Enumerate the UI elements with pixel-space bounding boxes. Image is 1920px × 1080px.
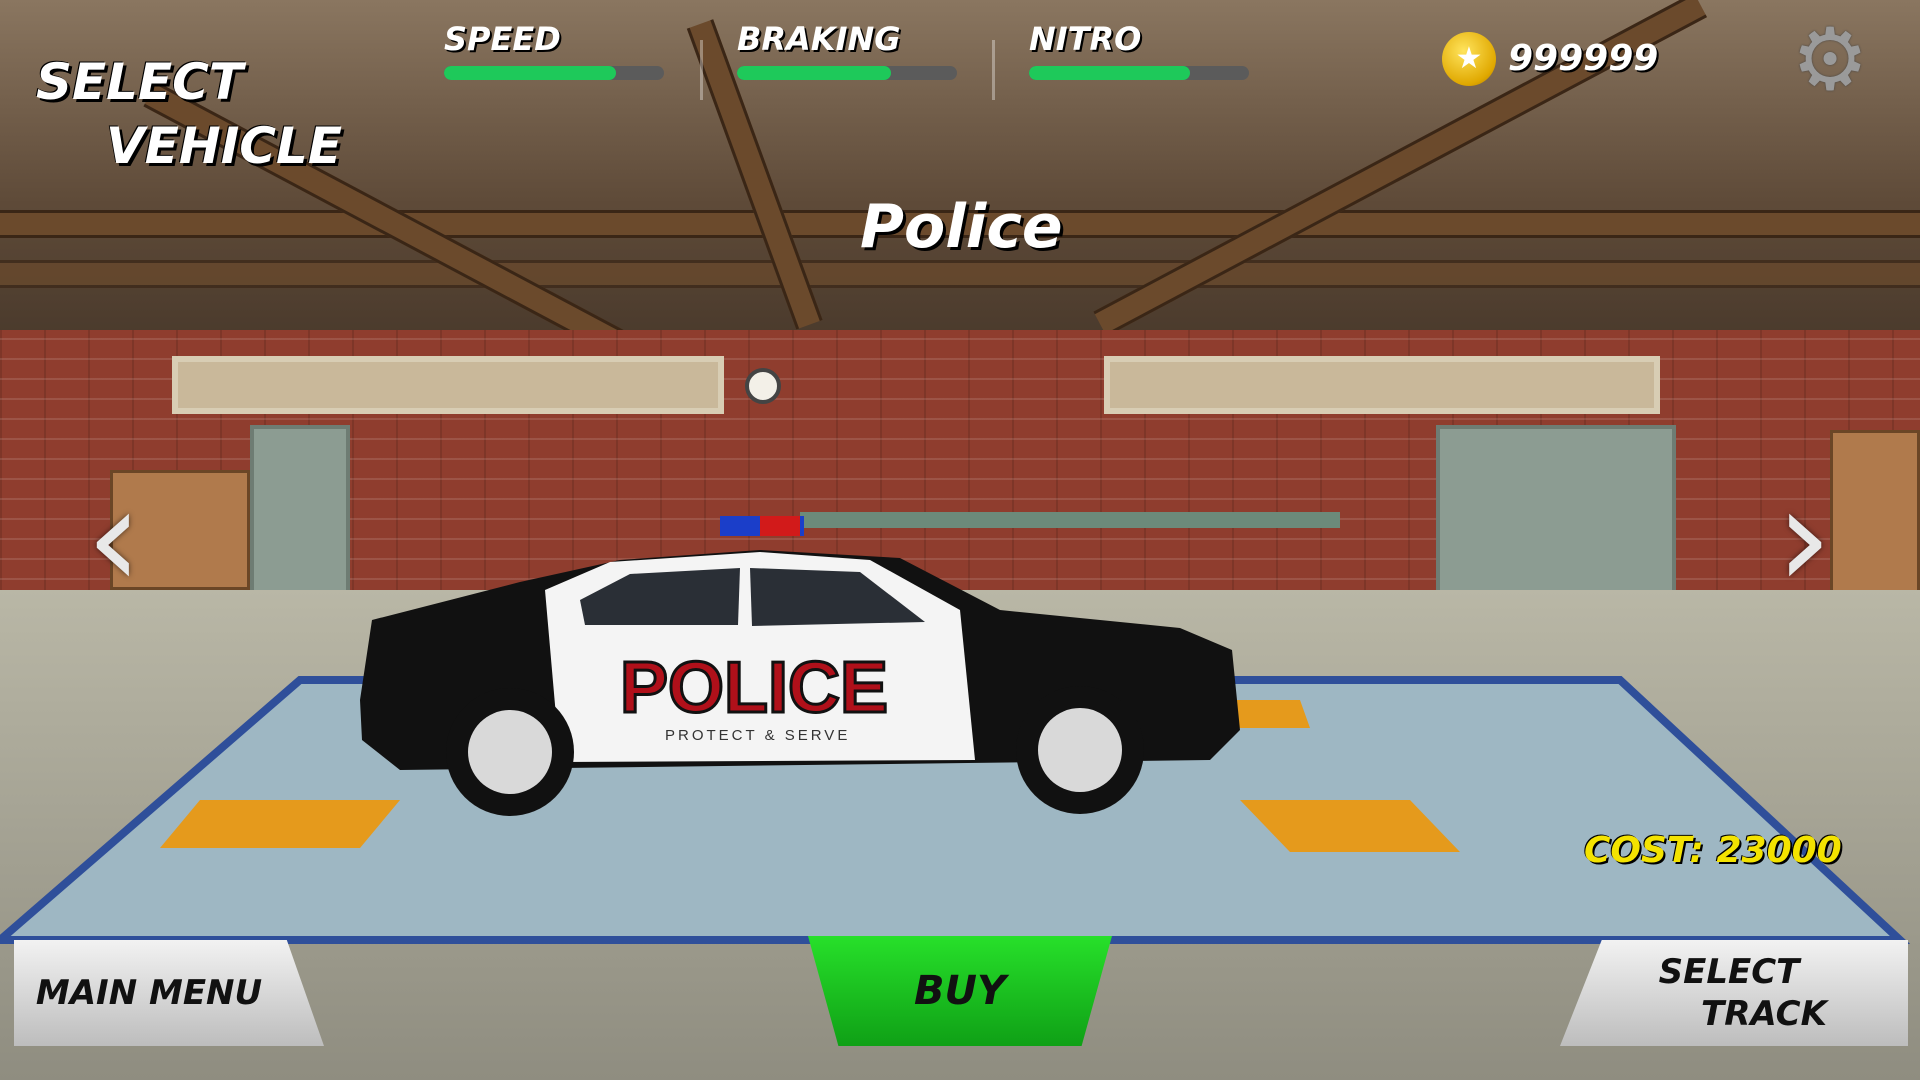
stat-braking: BRAKING <box>737 20 962 80</box>
livery-text: POLICE <box>620 648 888 728</box>
stat-divider <box>992 40 995 100</box>
stat-bar-fill <box>737 66 891 80</box>
vehicle-name: Police <box>860 192 1063 262</box>
main-menu-button[interactable]: MAIN MENU <box>14 940 324 1046</box>
stat-bar-fill <box>1029 66 1190 80</box>
stat-bar <box>737 66 957 80</box>
stat-label: BRAKING <box>737 20 901 58</box>
title-line-1: SELECT <box>36 53 243 111</box>
stat-bar-fill <box>444 66 616 80</box>
title-line-2: VEHICLE <box>106 117 343 175</box>
stat-bar <box>444 66 664 80</box>
vehicle-cost: COST: 23000 <box>1584 830 1842 871</box>
buy-button[interactable]: BUY <box>808 936 1112 1046</box>
stat-nitro: NITRO <box>1029 20 1254 80</box>
coin-star-icon: ★ <box>1442 32 1496 86</box>
stat-label: NITRO <box>1029 20 1142 58</box>
stat-bar <box>1029 66 1249 80</box>
stat-label: SPEED <box>444 20 561 58</box>
stat-speed: SPEED <box>444 20 669 80</box>
select-track-line-1: SELECT <box>1658 952 1800 992</box>
select-track-button[interactable]: SELECT TRACK <box>1560 940 1908 1046</box>
chevron-right-icon[interactable]: › <box>1774 469 1834 609</box>
livery-subtext: PROTECT & SERVE <box>665 727 850 744</box>
chevron-left-icon[interactable]: ‹ <box>84 469 144 609</box>
gear-icon[interactable]: ⚙ <box>1788 17 1872 103</box>
screen-title: SELECT VEHICLE <box>36 50 342 178</box>
stat-divider <box>700 40 703 100</box>
select-track-line-2: TRACK <box>1701 994 1827 1034</box>
coin-balance: 999999 <box>1508 38 1659 79</box>
